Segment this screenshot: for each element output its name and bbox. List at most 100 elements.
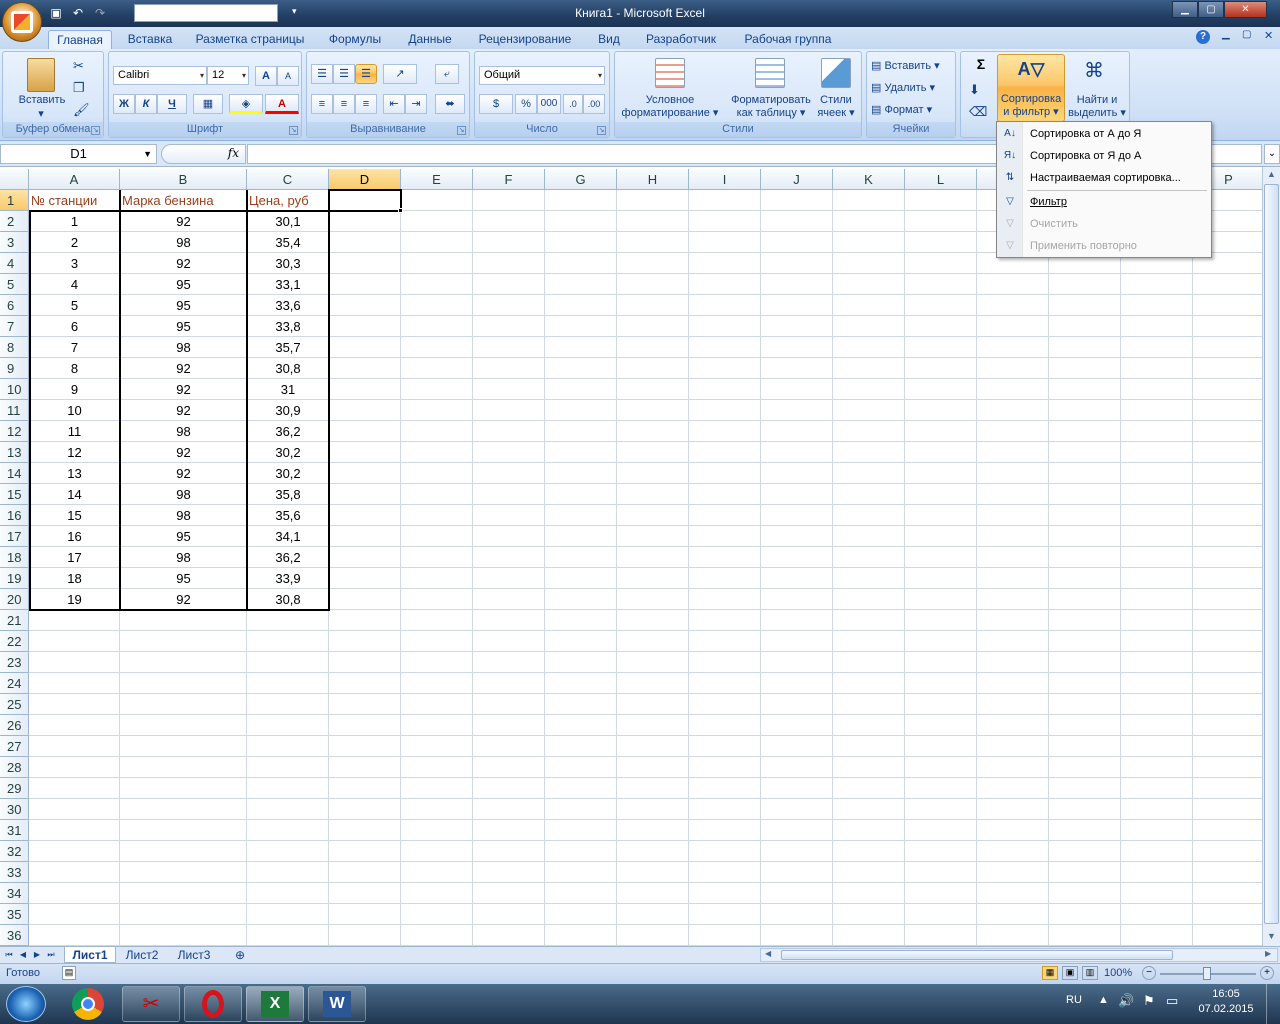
column-header-h[interactable]: H <box>617 169 689 190</box>
column-header-k[interactable]: K <box>833 169 905 190</box>
row-header[interactable]: 24 <box>0 673 29 694</box>
active-cell[interactable] <box>328 189 402 212</box>
column-header-b[interactable]: B <box>120 169 247 190</box>
taskbar-word[interactable]: W <box>308 986 366 1022</box>
horizontal-scrollbar[interactable]: ◀ ▶ <box>760 948 1278 962</box>
next-sheet-icon[interactable]: ▶ <box>31 948 43 962</box>
italic-button[interactable]: К <box>135 94 157 114</box>
fill-icon[interactable]: ⬇ <box>969 82 980 98</box>
prev-sheet-icon[interactable]: ◀ <box>17 948 29 962</box>
wrap-text-icon[interactable]: ⤶ <box>435 64 459 84</box>
cell-styles-button[interactable]: Стили ячеек ▾ <box>811 94 861 120</box>
network-icon[interactable]: ▭ <box>1166 993 1178 1009</box>
row-header[interactable]: 25 <box>0 694 29 715</box>
macro-record-icon[interactable]: ▤ <box>62 966 76 980</box>
decrease-decimal-icon[interactable]: .00 <box>583 94 605 114</box>
tab-view[interactable]: Вид <box>592 30 626 49</box>
dialog-launcher-icon[interactable]: ↘ <box>597 126 606 135</box>
ribbon-restore-icon[interactable]: ▢ <box>1242 29 1251 40</box>
row-header[interactable]: 35 <box>0 904 29 925</box>
qat-customize-field[interactable] <box>134 4 278 22</box>
shrink-font-button[interactable]: A <box>277 66 299 86</box>
menu-custom-sort[interactable]: ⇅ Настраиваемая сортировка... <box>997 167 1211 189</box>
column-header-d[interactable]: D <box>329 169 401 190</box>
row-header[interactable]: 18 <box>0 547 29 568</box>
last-sheet-icon[interactable]: ⏭ <box>45 948 57 962</box>
binoculars-icon[interactable]: ⌘ <box>1079 58 1109 86</box>
thousands-button[interactable]: 000 <box>537 94 561 114</box>
tab-insert[interactable]: Вставка <box>120 30 180 49</box>
dialog-launcher-icon[interactable]: ↘ <box>289 126 298 135</box>
row-header[interactable]: 1 <box>0 190 29 211</box>
row-header[interactable]: 23 <box>0 652 29 673</box>
column-header-g[interactable]: G <box>545 169 617 190</box>
row-header[interactable]: 34 <box>0 883 29 904</box>
menu-filter[interactable]: ▽ Фильтр <box>997 191 1211 213</box>
menu-sort-z-a[interactable]: Я↓ Сортировка от Я до А <box>997 145 1211 167</box>
column-header-j[interactable]: J <box>761 169 833 190</box>
table-header-cell[interactable]: Цена, руб <box>247 190 329 211</box>
row-header[interactable]: 20 <box>0 589 29 610</box>
cut-icon[interactable]: ✂ <box>73 58 84 74</box>
number-format-combo[interactable]: Общий ▾ <box>479 66 605 85</box>
workbook-close-icon[interactable]: ✕ <box>1264 29 1273 42</box>
row-header[interactable]: 7 <box>0 316 29 337</box>
autosum-button[interactable]: Σ <box>967 57 995 71</box>
row-header[interactable]: 13 <box>0 442 29 463</box>
column-header-a[interactable]: A <box>29 169 120 190</box>
align-left-icon[interactable]: ≡ <box>311 94 333 114</box>
copy-icon[interactable]: ❐ <box>73 80 85 96</box>
zoom-slider-thumb[interactable] <box>1203 967 1211 980</box>
row-header[interactable]: 19 <box>0 568 29 589</box>
insert-function-area[interactable]: fx <box>161 144 246 164</box>
align-top-icon[interactable]: ☰ <box>311 64 333 84</box>
paste-button[interactable]: Вставить <box>7 94 77 107</box>
zoom-out-icon[interactable]: − <box>1142 966 1156 980</box>
paste-icon[interactable] <box>27 58 55 92</box>
row-header[interactable]: 6 <box>0 295 29 316</box>
redo-icon[interactable]: ↷ <box>92 5 108 21</box>
row-header[interactable]: 21 <box>0 610 29 631</box>
flag-icon[interactable]: ⚑ <box>1143 993 1155 1009</box>
tab-developer[interactable]: Разработчик <box>640 30 722 49</box>
tray-arrow-icon[interactable]: ▲ <box>1098 994 1109 1006</box>
row-header[interactable]: 5 <box>0 274 29 295</box>
delete-cells-button[interactable]: ▤ Удалить ▾ <box>871 82 955 95</box>
zoom-level[interactable]: 100% <box>1104 967 1132 979</box>
conditional-formatting-icon[interactable] <box>655 58 685 88</box>
column-header-f[interactable]: F <box>473 169 545 190</box>
format-as-table-icon[interactable] <box>755 58 785 88</box>
row-header[interactable]: 11 <box>0 400 29 421</box>
row-header[interactable]: 27 <box>0 736 29 757</box>
sheet-tab-3[interactable]: Лист3 <box>172 947 216 963</box>
increase-decimal-icon[interactable]: .0 <box>563 94 583 114</box>
minimize-icon[interactable]: ▁ <box>1172 1 1198 18</box>
maximize-icon[interactable]: ▢ <box>1198 1 1224 18</box>
tab-page-layout[interactable]: Разметка страницы <box>192 30 308 49</box>
increase-indent-icon[interactable]: ⇥ <box>405 94 427 114</box>
row-header[interactable]: 28 <box>0 757 29 778</box>
row-header[interactable]: 8 <box>0 337 29 358</box>
language-indicator[interactable]: RU <box>1066 994 1082 1006</box>
merge-center-icon[interactable]: ⬌ <box>435 94 465 114</box>
row-header[interactable]: 30 <box>0 799 29 820</box>
column-header-i[interactable]: I <box>689 169 761 190</box>
row-header[interactable]: 29 <box>0 778 29 799</box>
align-middle-icon[interactable]: ☰ <box>333 64 355 84</box>
row-header[interactable]: 10 <box>0 379 29 400</box>
column-header-l[interactable]: L <box>905 169 977 190</box>
row-header[interactable]: 14 <box>0 463 29 484</box>
row-header[interactable]: 16 <box>0 505 29 526</box>
clock[interactable]: 16:05 07.02.2015 <box>1196 988 1256 1015</box>
decrease-indent-icon[interactable]: ⇤ <box>383 94 405 114</box>
currency-icon[interactable]: $ <box>479 94 513 114</box>
table-header-cell[interactable]: Марка бензина <box>120 190 247 211</box>
dialog-launcher-icon[interactable]: ↘ <box>91 126 100 135</box>
first-sheet-icon[interactable]: ⏮ <box>3 948 15 962</box>
grow-font-button[interactable]: A <box>255 66 277 86</box>
page-layout-view-icon[interactable]: ▣ <box>1062 966 1078 980</box>
scroll-thumb[interactable] <box>1264 184 1279 924</box>
cell-styles-icon[interactable] <box>821 58 851 88</box>
row-header[interactable]: 2 <box>0 211 29 232</box>
tab-review[interactable]: Рецензирование <box>474 30 576 49</box>
